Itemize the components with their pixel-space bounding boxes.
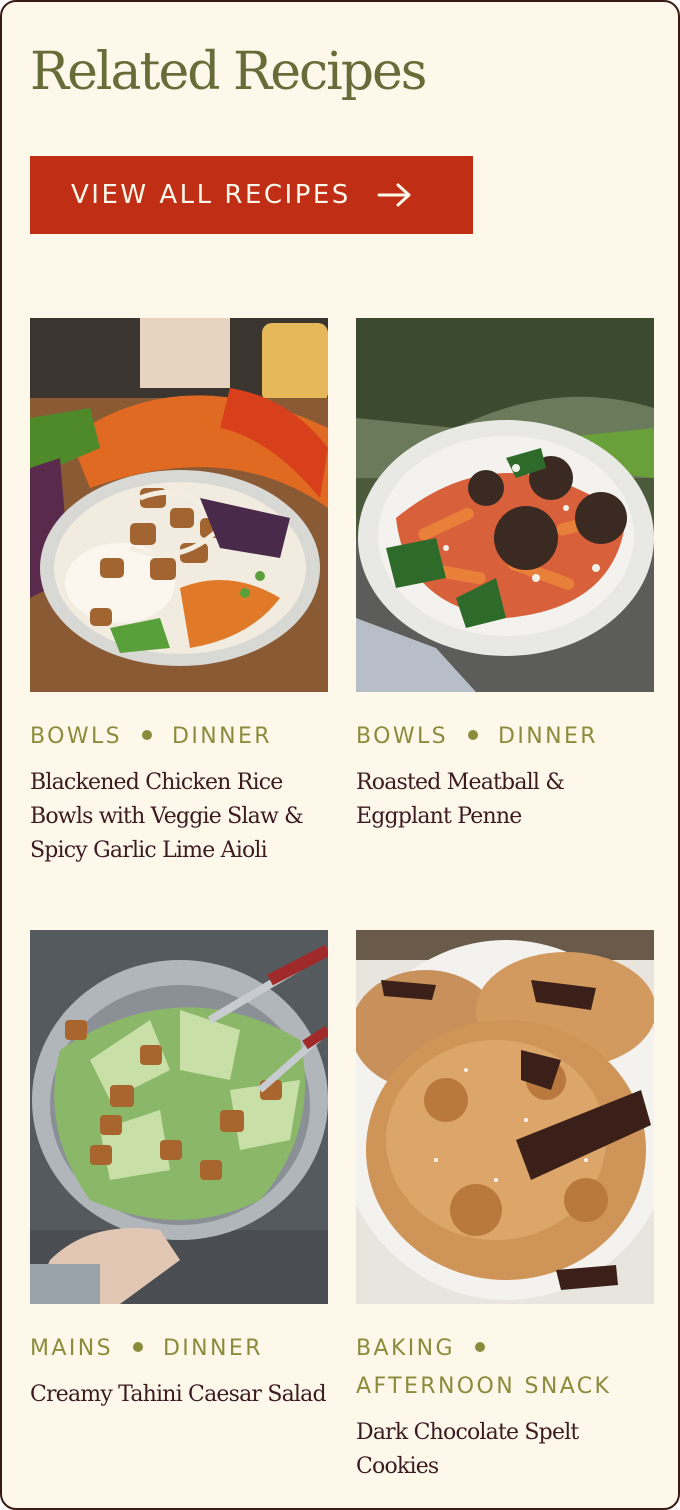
recipe-card[interactable]: BOWLS DINNER Roasted Meatball & Eggplant … [356, 318, 654, 834]
chicken-rice-bowl-photo[interactable] [30, 318, 328, 692]
recipe-title[interactable]: Creamy Tahini Caesar Salad [30, 1378, 328, 1412]
tag-category[interactable]: BOWLS [356, 724, 448, 749]
view-all-label: VIEW ALL RECIPES [71, 180, 351, 210]
recipe-title[interactable]: Roasted Meatball & Eggplant Penne [356, 766, 654, 834]
tag-separator-dot [132, 1342, 143, 1352]
recipe-tags: MAINS DINNER [30, 1330, 328, 1368]
recipe-card[interactable]: BOWLS DINNER Blackened Chicken Rice Bowls… [30, 318, 328, 868]
tag-category[interactable]: MAINS [30, 1336, 113, 1361]
meatball-penne-photo[interactable] [356, 318, 654, 692]
recipe-tags: BOWLS DINNER [356, 718, 654, 756]
tag-meal[interactable]: DINNER [172, 724, 272, 749]
tag-category[interactable]: BOWLS [30, 724, 122, 749]
section-title: Related Recipes [30, 42, 427, 102]
chocolate-cookies-photo[interactable] [356, 930, 654, 1304]
recipe-tags: BAKING AFTERNOON SNACK [356, 1330, 654, 1406]
tag-category[interactable]: BAKING [356, 1336, 455, 1361]
recipe-card[interactable]: BAKING AFTERNOON SNACK Dark Chocolate Sp… [356, 930, 654, 1484]
recipe-card[interactable]: MAINS DINNER Creamy Tahini Caesar Salad [30, 930, 328, 1412]
tag-separator-dot [474, 1342, 485, 1352]
related-recipes-section: Related Recipes VIEW ALL RECIPES BOWLS D… [0, 0, 680, 1510]
tag-meal[interactable]: AFTERNOON SNACK [356, 1374, 611, 1399]
caesar-salad-photo[interactable] [30, 930, 328, 1304]
arrow-right-icon [377, 183, 411, 207]
recipe-title[interactable]: Dark Chocolate Spelt Cookies [356, 1416, 654, 1484]
recipe-tags: BOWLS DINNER [30, 718, 328, 756]
tag-separator-dot [468, 730, 478, 740]
recipe-title[interactable]: Blackened Chicken Rice Bowls with Veggie… [30, 766, 328, 868]
tag-separator-dot [142, 730, 152, 740]
tag-meal[interactable]: DINNER [163, 1336, 263, 1361]
view-all-recipes-button[interactable]: VIEW ALL RECIPES [30, 156, 473, 234]
tag-meal[interactable]: DINNER [498, 724, 598, 749]
